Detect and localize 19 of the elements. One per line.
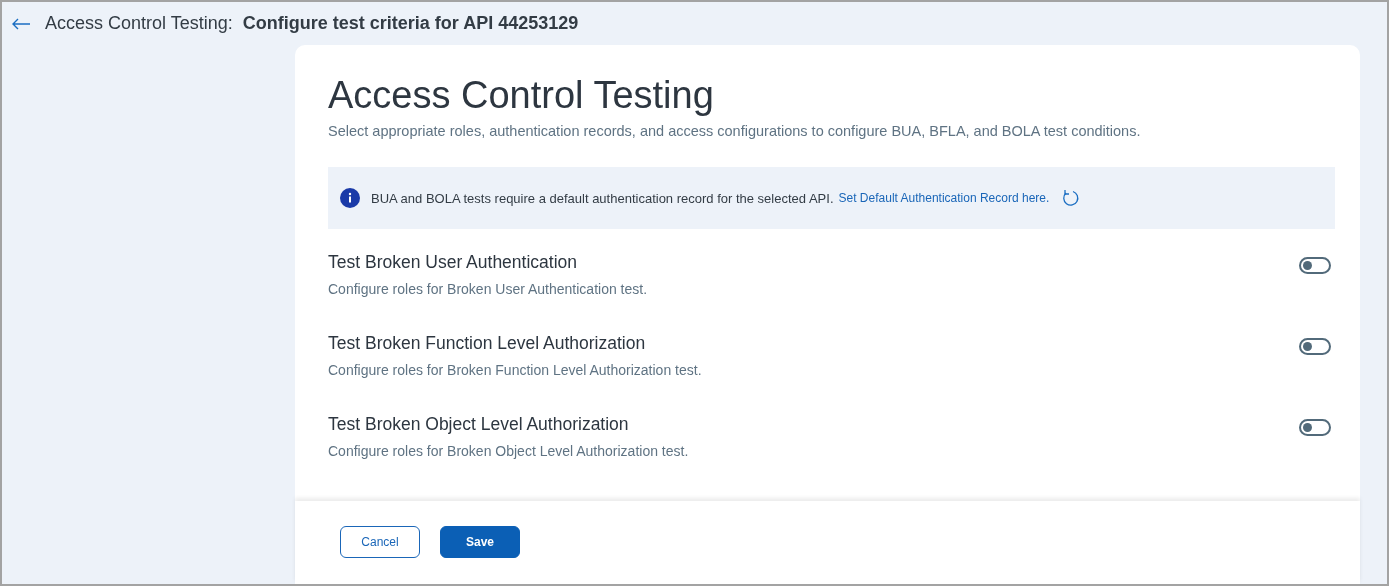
test-title: Test Broken User Authentication (328, 252, 579, 273)
back-arrow-icon[interactable] (11, 17, 31, 30)
save-button[interactable]: Save (440, 525, 520, 558)
toggle-switch[interactable] (1299, 338, 1331, 355)
test-description: Configure roles for Broken Function Level Authorization test. (328, 362, 702, 378)
page-section: Access Control Testing: (45, 13, 233, 34)
test-description: Configure roles for Broken User Authentication test. (328, 281, 648, 297)
test-title: Test Broken Object Level Authorization (328, 414, 630, 435)
test-title: Test Broken Function Level Authorization (328, 333, 647, 354)
card-subtitle: Select appropriate roles, authentication records, and access configurations to configure BUA, BFLA, and BOLA test conditions. (328, 123, 1142, 139)
info-icon (340, 188, 360, 208)
page-title: Configure test criteria for API 44253129 (242, 13, 579, 34)
toggle-switch[interactable] (1299, 419, 1331, 436)
cancel-button[interactable]: Cancel (340, 525, 420, 558)
card-title: Access Control Testing (328, 73, 715, 117)
info-message: BUA and BOLA tests require a default authentication record for the selected API. (371, 190, 834, 206)
test-description: Configure roles for Broken Object Level Authorization test. (328, 443, 689, 459)
set-default-link[interactable]: Set Default Authentication Record here. (838, 191, 1050, 205)
toggle-switch[interactable] (1299, 257, 1331, 274)
